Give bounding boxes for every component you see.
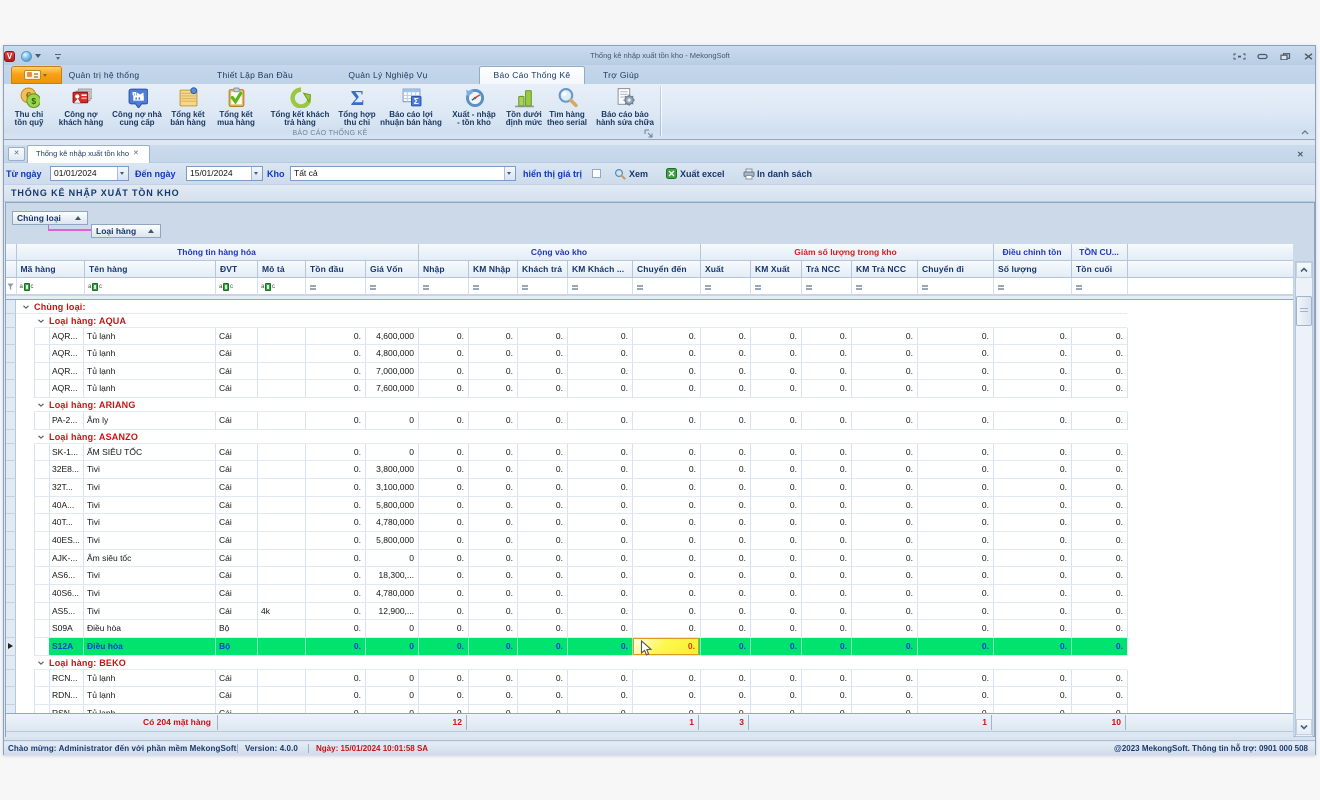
svg-text:Σ: Σ <box>351 87 365 108</box>
svg-text:Σ: Σ <box>414 96 419 106</box>
svg-text:$: $ <box>31 96 36 106</box>
